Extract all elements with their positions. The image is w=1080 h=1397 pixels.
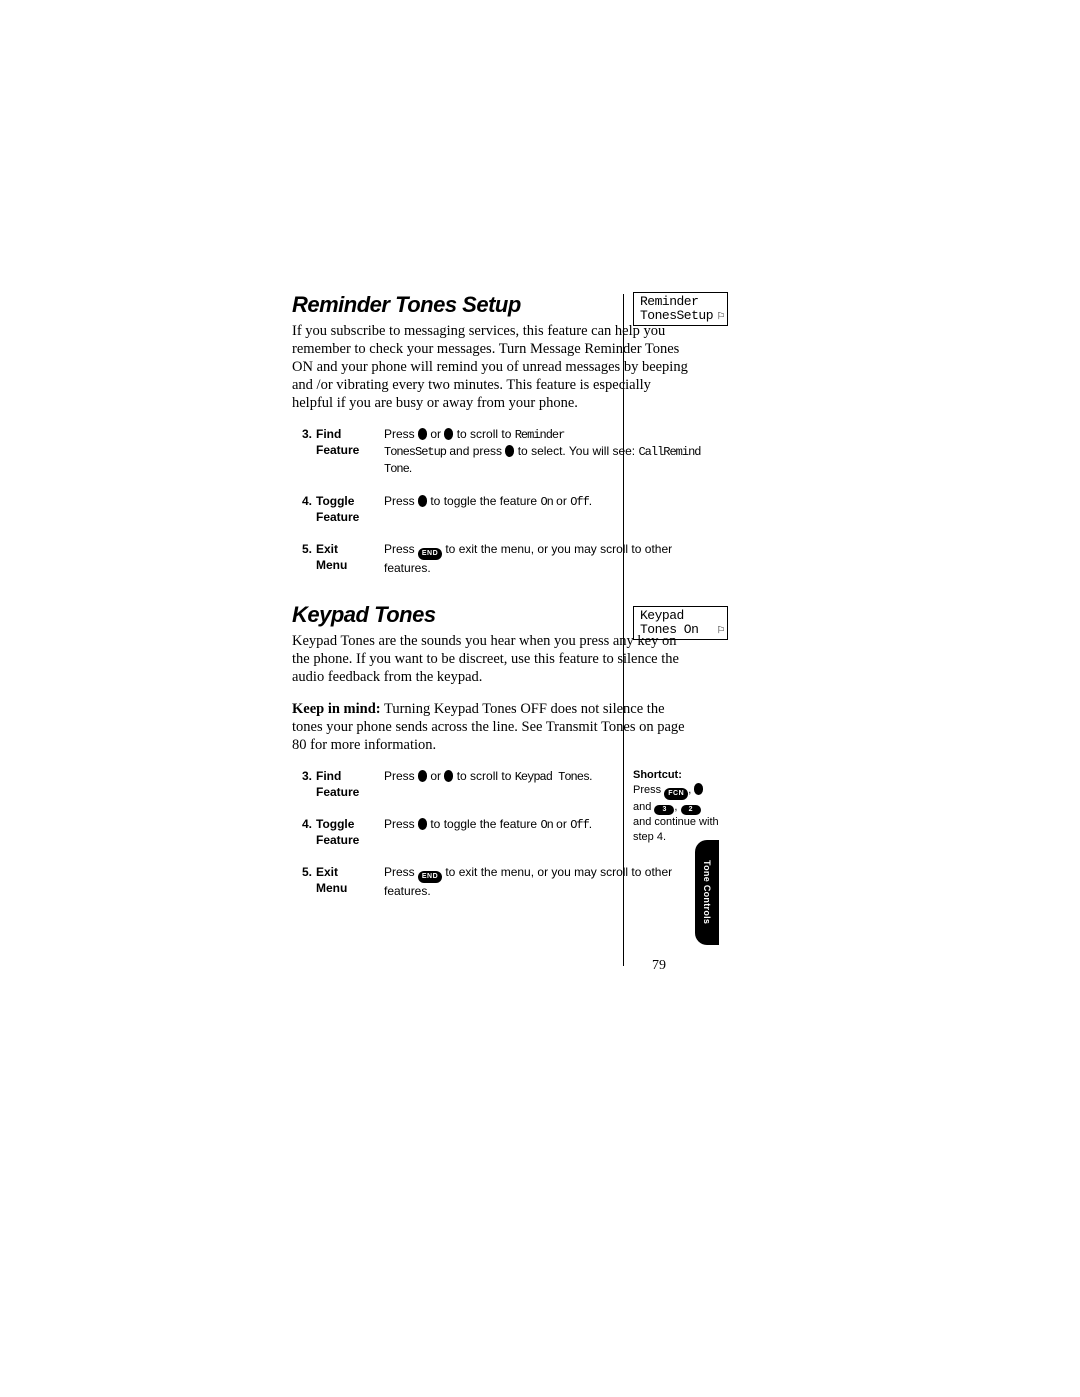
step-label: 3.Find Feature <box>302 768 384 800</box>
side-tab-label: Tone Controls <box>695 840 719 945</box>
sidebar: Reminder TonesSetup ⚐ Keypad Tones On ⚐ … <box>633 292 733 845</box>
display-reminder-tones-setup: Reminder TonesSetup ⚐ <box>633 292 728 326</box>
step-label: 4.Toggle Feature <box>302 493 384 525</box>
step-label: 4.Toggle Feature <box>302 816 384 848</box>
bell-icon: ⚐ <box>717 623 724 637</box>
shortcut-box: Shortcut: Press FCN, and 3, 2 and contin… <box>633 768 733 845</box>
step-label: 5.Exit Menu <box>302 541 384 576</box>
end-key-icon: END <box>418 871 442 883</box>
select-icon <box>418 495 427 507</box>
select-icon <box>418 818 427 830</box>
scroll-up-icon <box>444 428 453 440</box>
key-2-icon: 2 <box>681 805 701 815</box>
step-5-exit-menu: 5.Exit Menu Press END to exit the menu, … <box>302 864 722 899</box>
scroll-down-icon <box>418 428 427 440</box>
scroll-icon <box>694 783 703 795</box>
display-keypad-tones: Keypad Tones On ⚐ <box>633 606 728 640</box>
fcn-key-icon: FCN <box>664 788 688 800</box>
shortcut-line: Press FCN, <box>633 783 733 800</box>
step-description: Press END to exit the menu, or you may s… <box>384 864 722 899</box>
shortcut-line: and 3, 2 <box>633 800 733 815</box>
scroll-up-icon <box>444 770 453 782</box>
step-label: 3.Find Feature <box>302 426 384 477</box>
scroll-down-icon <box>418 770 427 782</box>
step-label: 5.Exit Menu <box>302 864 384 899</box>
end-key-icon: END <box>418 548 442 560</box>
key-3-icon: 3 <box>654 805 674 815</box>
side-tab: Tone Controls <box>695 840 719 945</box>
bell-icon: ⚐ <box>717 309 724 323</box>
page-number: 79 <box>652 958 666 974</box>
shortcut-title: Shortcut: <box>633 768 733 783</box>
